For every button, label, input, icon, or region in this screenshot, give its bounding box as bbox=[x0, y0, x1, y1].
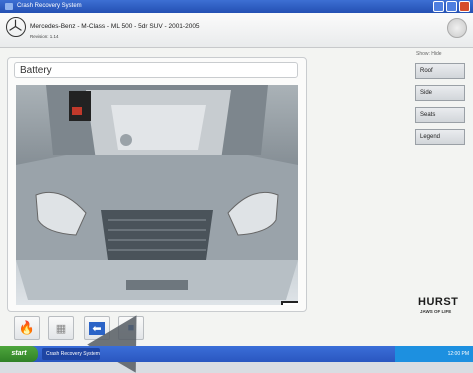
side-button[interactable]: Side bbox=[415, 85, 465, 101]
component-panel: Battery bbox=[7, 57, 307, 312]
close-x-icon[interactable]: ✕ bbox=[281, 301, 298, 305]
engine-bay-image: ✕ bbox=[16, 85, 298, 305]
roof-button[interactable]: Roof bbox=[415, 63, 465, 79]
hurst-tagline: JAWS OF LIFE bbox=[420, 309, 452, 314]
grid-icon: ▦ bbox=[55, 322, 67, 335]
show-hide-label: Show: Hide bbox=[416, 51, 442, 57]
window-controls bbox=[433, 1, 470, 12]
revision-label: Revision: 1.14 bbox=[30, 34, 59, 39]
flame-icon: 🔥 bbox=[18, 320, 36, 335]
maximize-button[interactable] bbox=[446, 1, 457, 12]
app-icon bbox=[5, 3, 13, 10]
system-tray: 12:00 PM bbox=[395, 346, 473, 362]
app-window: Crash Recovery System Mercedes-Benz - M-… bbox=[0, 0, 473, 346]
clock: 12:00 PM bbox=[447, 351, 469, 357]
vehicle-title: Mercedes-Benz - M-Class - ML 500 - 5dr S… bbox=[30, 23, 200, 30]
mercedes-logo-icon bbox=[6, 17, 26, 37]
title-bar: Crash Recovery System bbox=[0, 0, 473, 13]
grid-tool-button[interactable]: ▦ bbox=[48, 316, 74, 340]
legend-button[interactable]: Legend bbox=[415, 129, 465, 145]
start-button[interactable]: start bbox=[0, 346, 38, 362]
window-close-button[interactable] bbox=[459, 1, 470, 12]
hurst-logo: HURST bbox=[418, 296, 459, 308]
fire-tool-button[interactable]: 🔥 bbox=[14, 316, 40, 340]
vehicle-header: Mercedes-Benz - M-Class - ML 500 - 5dr S… bbox=[0, 13, 473, 48]
seats-button[interactable]: Seats bbox=[415, 107, 465, 123]
minimize-button[interactable] bbox=[433, 1, 444, 12]
taskbar: start Crash Recovery System 12:00 PM bbox=[0, 346, 473, 362]
window-title: Crash Recovery System bbox=[17, 3, 82, 9]
app-logo-icon bbox=[447, 18, 467, 38]
taskbar-app-item[interactable]: Crash Recovery System bbox=[42, 348, 100, 360]
panel-title: Battery bbox=[14, 62, 298, 78]
